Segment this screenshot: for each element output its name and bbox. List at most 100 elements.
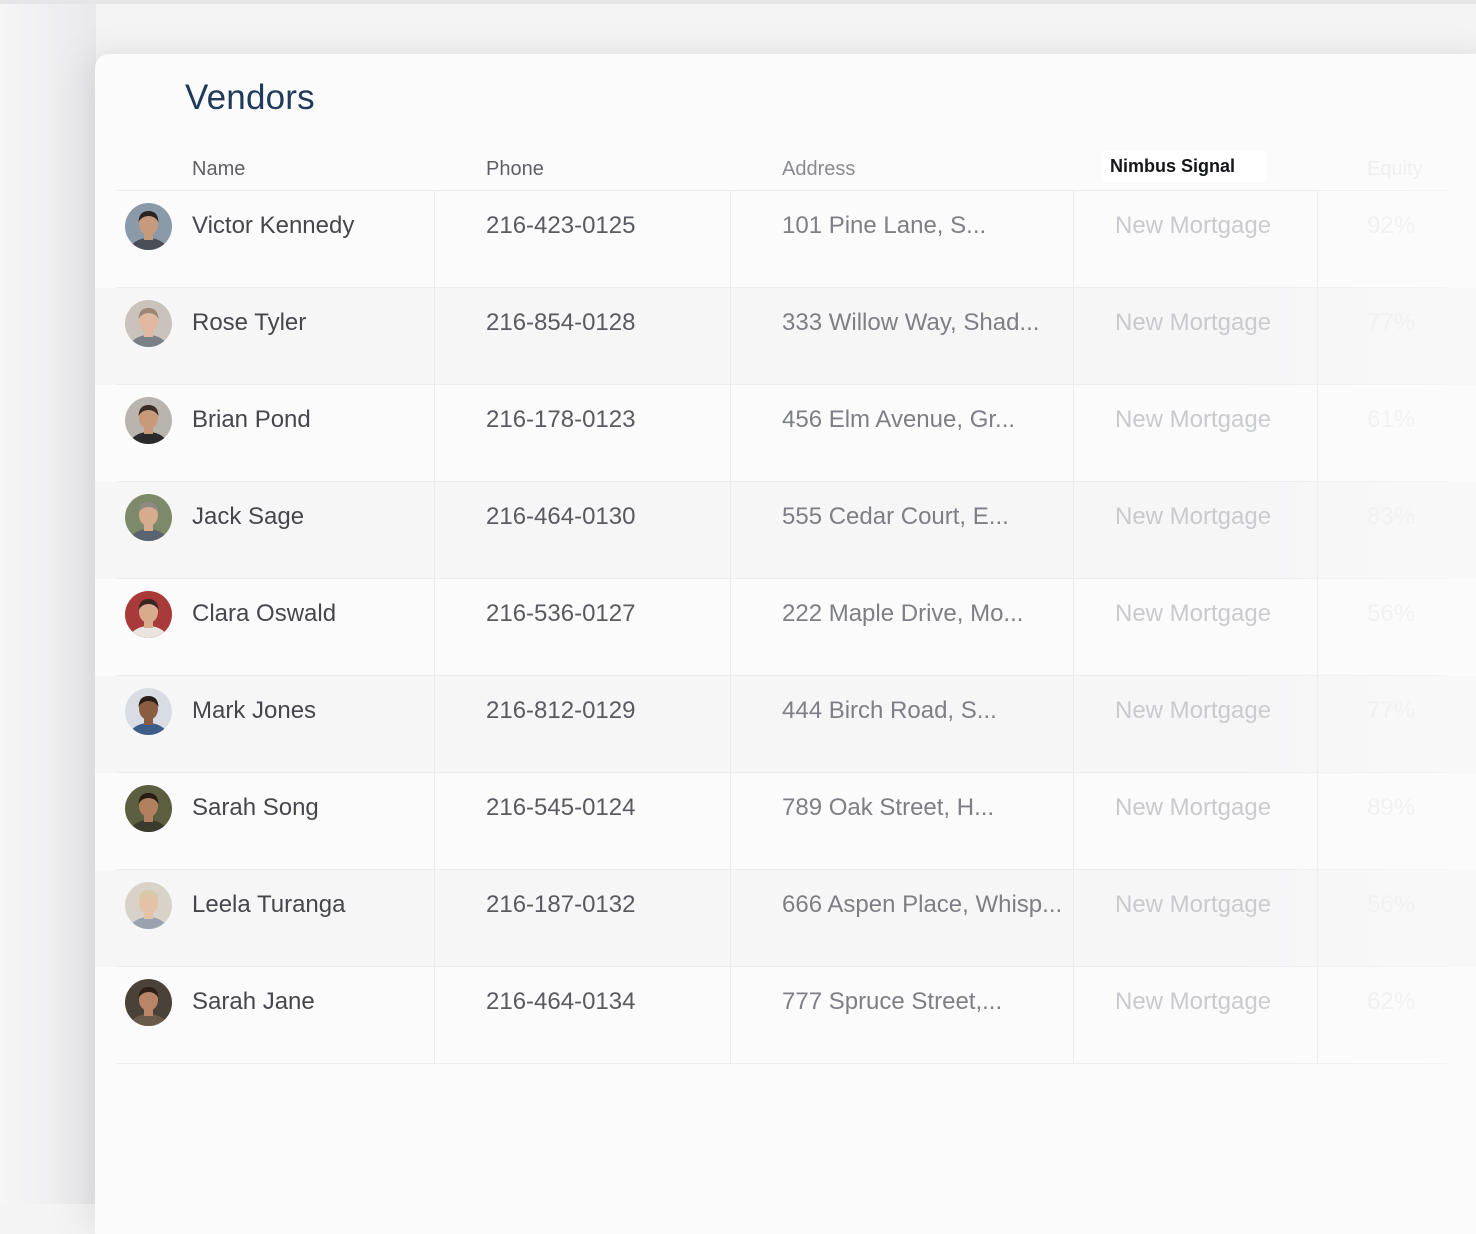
column-divider: [1317, 773, 1318, 870]
vendor-equity: 83%: [1367, 503, 1416, 530]
column-divider: [434, 288, 435, 385]
table-row[interactable]: Brian Pond 216-178-0123 456 Elm Avenue, Gr…: [95, 385, 1476, 482]
vendor-equity: 56%: [1367, 600, 1416, 627]
vendor-signal: New Mortgage: [1115, 503, 1272, 530]
vendor-phone: 216-854-0128: [486, 309, 636, 336]
vendor-address: 777 Spruce Street,...: [782, 988, 1003, 1015]
column-divider: [1317, 385, 1318, 482]
vendor-signal: New Mortgage: [1115, 309, 1272, 336]
vendor-name: Sarah Song: [192, 794, 319, 821]
table-row[interactable]: Rose Tyler 216-854-0128 333 Willow Way, Sh…: [95, 288, 1476, 385]
column-divider: [1317, 579, 1318, 676]
avatar: [125, 785, 172, 832]
column-divider: [434, 191, 435, 288]
table-row[interactable]: Sarah Jane 216-464-0134 777 Spruce Street,…: [95, 967, 1476, 1064]
column-divider: [434, 967, 435, 1064]
column-divider: [730, 967, 731, 1064]
column-divider: [434, 579, 435, 676]
column-header-name[interactable]: Name: [192, 158, 245, 181]
column-divider: [434, 482, 435, 579]
column-divider: [730, 773, 731, 870]
vendor-phone: 216-545-0124: [486, 794, 636, 821]
vendor-equity: 61%: [1367, 406, 1416, 433]
vendor-phone: 216-464-0130: [486, 503, 636, 530]
vendor-phone: 216-464-0134: [486, 988, 636, 1015]
avatar: [125, 882, 172, 929]
column-divider: [1317, 288, 1318, 385]
column-divider: [1317, 676, 1318, 773]
avatar: [125, 397, 172, 444]
column-divider: [730, 482, 731, 579]
vendor-name: Jack Sage: [192, 503, 305, 530]
column-divider: [434, 870, 435, 967]
column-divider: [1317, 967, 1318, 1064]
vendor-signal: New Mortgage: [1115, 406, 1272, 433]
vendor-equity: 62%: [1367, 988, 1416, 1015]
column-divider: [1073, 870, 1074, 967]
column-divider: [1073, 385, 1074, 482]
vendor-phone: 216-812-0129: [486, 697, 636, 724]
vendor-name: Brian Pond: [192, 406, 311, 433]
vendor-equity: 89%: [1367, 794, 1416, 821]
window-top-edge: [0, 0, 1476, 4]
table-row[interactable]: Victor Kennedy 216-423-0125 101 Pine Lane,…: [95, 191, 1476, 288]
vendor-name: Clara Oswald: [192, 600, 337, 627]
background-left-area: [0, 4, 96, 1204]
table-row[interactable]: Mark Jones 216-812-0129 444 Birch Road, S.…: [95, 676, 1476, 773]
avatar: [125, 979, 172, 1026]
vendor-address: 222 Maple Drive, Mo...: [782, 600, 1024, 627]
column-divider: [730, 385, 731, 482]
column-header-nimbus-signal[interactable]: Nimbus Signal: [1102, 150, 1266, 182]
vendor-signal: New Mortgage: [1115, 794, 1272, 821]
page-title: Vendors: [185, 78, 315, 117]
vendor-equity: 77%: [1367, 697, 1416, 724]
avatar: [125, 688, 172, 735]
vendor-phone: 216-536-0127: [486, 600, 636, 627]
vendor-name: Leela Turanga: [192, 891, 346, 918]
vendor-phone: 216-187-0132: [486, 891, 636, 918]
table-row[interactable]: Clara Oswald 216-536-0127 222 Maple Drive,…: [95, 579, 1476, 676]
vendor-address: 666 Aspen Place, Whisp...: [782, 891, 1063, 918]
table-header: Name Phone Address Nimbus Signal Equity: [95, 150, 1476, 190]
column-divider: [1073, 579, 1074, 676]
column-divider: [730, 288, 731, 385]
vendor-name: Mark Jones: [192, 697, 317, 724]
column-divider: [1073, 676, 1074, 773]
avatar: [125, 300, 172, 347]
vendor-name: Rose Tyler: [192, 309, 307, 336]
vendor-name: Victor Kennedy: [192, 212, 355, 239]
vendor-address: 789 Oak Street, H...: [782, 794, 995, 821]
column-divider: [1073, 967, 1074, 1064]
column-divider: [1073, 773, 1074, 870]
vendor-table-body: Victor Kennedy 216-423-0125 101 Pine Lane,…: [95, 191, 1476, 1064]
vendor-address: 456 Elm Avenue, Gr...: [782, 406, 1016, 433]
column-divider: [1073, 482, 1074, 579]
column-divider: [730, 191, 731, 288]
vendor-equity: 77%: [1367, 309, 1416, 336]
vendor-address: 555 Cedar Court, E...: [782, 503, 1009, 530]
column-divider: [434, 676, 435, 773]
column-header-equity[interactable]: Equity: [1367, 158, 1423, 181]
vendor-name: Sarah Jane: [192, 988, 315, 1015]
table-row[interactable]: Leela Turanga 216-187-0132 666 Aspen Place…: [95, 870, 1476, 967]
vendor-signal: New Mortgage: [1115, 988, 1272, 1015]
column-header-address[interactable]: Address: [782, 158, 855, 181]
vendor-address: 333 Willow Way, Shad...: [782, 309, 1040, 336]
row-divider: [117, 1063, 1447, 1064]
column-divider: [730, 676, 731, 773]
vendor-equity: 92%: [1367, 212, 1416, 239]
vendor-address: 444 Birch Road, S...: [782, 697, 997, 724]
vendor-phone: 216-423-0125: [486, 212, 636, 239]
vendor-phone: 216-178-0123: [486, 406, 636, 433]
table-row[interactable]: Sarah Song 216-545-0124 789 Oak Street, H.…: [95, 773, 1476, 870]
vendor-signal: New Mortgage: [1115, 600, 1272, 627]
avatar: [125, 203, 172, 250]
column-divider: [1317, 870, 1318, 967]
table-row[interactable]: Jack Sage 216-464-0130 555 Cedar Court, E.…: [95, 482, 1476, 579]
column-divider: [730, 579, 731, 676]
column-header-phone[interactable]: Phone: [486, 158, 544, 181]
column-divider: [1073, 191, 1074, 288]
vendor-address: 101 Pine Lane, S...: [782, 212, 987, 239]
vendor-signal: New Mortgage: [1115, 891, 1272, 918]
column-divider: [434, 773, 435, 870]
